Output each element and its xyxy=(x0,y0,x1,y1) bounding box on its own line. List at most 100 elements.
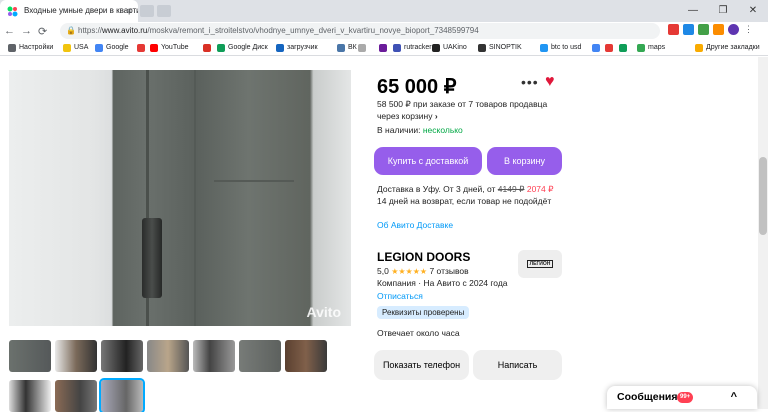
seller-name[interactable]: LEGION DOORS xyxy=(377,250,470,264)
extension-icon[interactable] xyxy=(668,24,679,35)
rating-value: 5,0 xyxy=(377,266,389,276)
bookmark-item[interactable]: UAKino xyxy=(432,40,467,56)
bookmark-item[interactable]: Google xyxy=(95,40,129,56)
bookmark-favicon-icon xyxy=(379,44,387,52)
thumbnail[interactable] xyxy=(193,340,235,372)
more-options-icon[interactable]: ••• xyxy=(521,74,539,90)
back-icon[interactable]: ← xyxy=(4,25,15,37)
url-path: /moskva/remont_i_stroitelstvo/vhodnye_um… xyxy=(147,26,479,35)
tab-icon[interactable] xyxy=(157,5,171,17)
menu-kebab-icon[interactable]: ⋮ xyxy=(743,24,754,35)
bookmark-item[interactable]: USA xyxy=(63,40,88,56)
bookmark-favicon-icon xyxy=(95,44,103,52)
bookmark-item[interactable]: ВК xyxy=(337,40,357,56)
scrollbar-thumb[interactable] xyxy=(759,157,767,235)
door-panel-line xyxy=(194,70,196,326)
bookmark-item[interactable] xyxy=(358,40,369,56)
chevron-right-icon: › xyxy=(434,111,438,121)
reviews-count[interactable]: 7 отзывов xyxy=(429,266,468,276)
bookmark-item[interactable] xyxy=(203,40,214,56)
extension-icon[interactable] xyxy=(698,24,709,35)
buy-with-delivery-button[interactable]: Купить с доставкой xyxy=(374,147,482,175)
thumbnail[interactable] xyxy=(55,340,97,372)
bookmark-label: Google xyxy=(106,44,129,51)
extension-icon[interactable] xyxy=(713,24,724,35)
tab-title: Входные умные двери в квартиру xyxy=(24,6,138,15)
thumbnail[interactable] xyxy=(147,340,189,372)
thumbnail[interactable] xyxy=(285,340,327,372)
seller-rating[interactable]: 5,0 ★★★★★ 7 отзывов xyxy=(377,266,469,276)
profile-avatar-icon[interactable] xyxy=(728,24,739,35)
thumbnail[interactable] xyxy=(9,380,51,412)
bookmark-item[interactable] xyxy=(137,40,148,56)
bookmark-favicon-icon xyxy=(432,44,440,52)
bookmark-item[interactable]: Google Диск xyxy=(217,40,268,56)
bookmark-label: rutracker xyxy=(404,44,432,51)
extensions-area: ⋮ xyxy=(668,24,754,35)
show-phone-button[interactable]: Показать телефон xyxy=(374,350,469,380)
favorite-heart-icon[interactable]: ♥ xyxy=(545,73,555,91)
bookmark-item[interactable]: Другие закладки xyxy=(695,40,760,56)
bookmark-label: SINOPTIK xyxy=(489,44,522,51)
avito-favicon-icon xyxy=(7,6,18,17)
bookmark-favicon-icon xyxy=(150,44,158,52)
bookmark-favicon-icon xyxy=(393,44,401,52)
bookmark-favicon-icon xyxy=(695,44,703,52)
thumbnail[interactable] xyxy=(55,380,97,412)
delivery-old-price: 4149 ₽ xyxy=(497,184,525,194)
bookmark-item[interactable] xyxy=(592,40,603,56)
delivery-info: Доставка в Уфу. От 3 дней, от 4149 ₽ 207… xyxy=(377,184,554,195)
bookmark-favicon-icon xyxy=(203,44,211,52)
bookmark-item[interactable]: rutracker xyxy=(393,40,432,56)
bookmark-item[interactable] xyxy=(379,40,390,56)
bookmark-item[interactable] xyxy=(605,40,616,56)
chevron-up-icon[interactable]: ^ xyxy=(731,386,737,409)
bookmark-item[interactable] xyxy=(619,40,630,56)
address-bar[interactable]: 🔒 https://www.avito.ru/moskva/remont_i_s… xyxy=(60,23,660,39)
url-prefix: https:// xyxy=(78,26,103,35)
bookmark-item[interactable]: YouTube xyxy=(150,40,189,56)
bookmark-item[interactable]: загрузчик xyxy=(276,40,318,56)
seller-logo[interactable]: ЛЕГИОН xyxy=(518,250,562,278)
bookmark-favicon-icon xyxy=(217,44,225,52)
delivery-new-price: 2074 ₽ xyxy=(526,184,554,194)
bookmark-favicon-icon xyxy=(8,44,16,52)
bulk-offer-line2[interactable]: через корзину › xyxy=(377,111,438,121)
add-to-cart-button[interactable]: В корзину xyxy=(487,147,562,175)
bookmark-favicon-icon xyxy=(619,44,627,52)
bookmarks-bar: Настройки USA Google YouTube Google Диск загр… xyxy=(0,40,768,56)
extension-icon[interactable] xyxy=(683,24,694,35)
unsubscribe-link[interactable]: Отписаться xyxy=(377,291,423,301)
bookmark-item[interactable]: maps xyxy=(637,40,665,56)
tab-icon[interactable] xyxy=(140,5,154,17)
bookmark-label: YouTube xyxy=(161,44,189,51)
bookmark-favicon-icon xyxy=(337,44,345,52)
thumbnail[interactable] xyxy=(9,340,51,372)
thumbnail-selected[interactable] xyxy=(99,378,145,412)
write-message-button[interactable]: Написать xyxy=(473,350,562,380)
forward-icon[interactable]: → xyxy=(21,25,32,37)
page-scrollbar[interactable] xyxy=(758,57,768,409)
maximize-icon[interactable]: ❐ xyxy=(708,0,738,22)
main-product-photo[interactable]: Avito xyxy=(9,70,351,326)
door-hinge xyxy=(142,218,162,298)
thumbnail[interactable] xyxy=(239,340,281,372)
browser-tab-active[interactable]: Входные умные двери в квартиру × xyxy=(0,0,138,22)
bulk-offer-link[interactable]: через корзину xyxy=(377,111,432,121)
availability-value: несколько xyxy=(422,125,463,135)
bookmark-item[interactable]: Настройки xyxy=(8,40,53,56)
close-window-icon[interactable]: ✕ xyxy=(738,0,768,22)
bookmark-favicon-icon xyxy=(276,44,284,52)
product-price: 65 000 ₽ xyxy=(377,76,457,98)
bookmark-label: maps xyxy=(648,44,666,51)
avito-delivery-link[interactable]: Об Авито Доставке xyxy=(377,220,453,230)
bookmark-item[interactable]: btc to usd xyxy=(540,40,581,56)
tab-close-icon[interactable]: × xyxy=(127,0,132,22)
response-time: Отвечает около часа xyxy=(377,328,460,338)
bookmark-label: Google Диск xyxy=(228,44,268,51)
messages-widget[interactable]: Сообщения 99+ ^ xyxy=(607,386,757,409)
bookmark-item[interactable]: SINOPTIK xyxy=(478,40,522,56)
minimize-icon[interactable]: — xyxy=(678,0,708,22)
reload-icon[interactable]: ⟳ xyxy=(38,25,47,38)
thumbnail[interactable] xyxy=(101,340,143,372)
